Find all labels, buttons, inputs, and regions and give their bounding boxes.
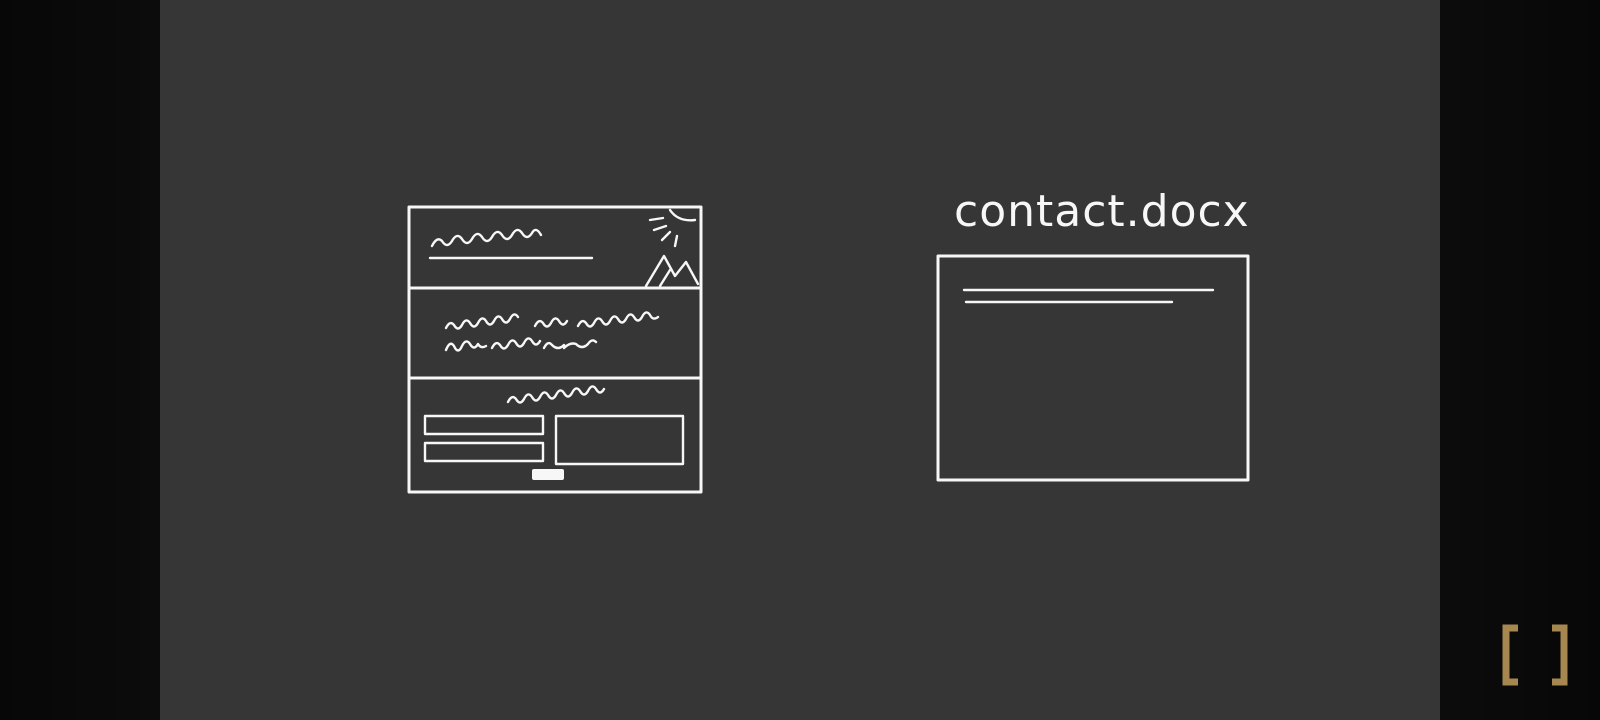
form-message-box-sketch [554, 414, 685, 466]
video-player: contact.docx [0, 0, 1600, 720]
document-filename: contact.docx [954, 186, 1250, 237]
website-wireframe-sketch [407, 205, 703, 494]
whiteboard-sketch: contact.docx [407, 186, 1250, 494]
content-scribble-line-2 [444, 337, 598, 352]
fullscreen-button[interactable] [1502, 624, 1568, 686]
header-section-sketch [409, 208, 703, 290]
mountains-icon [644, 254, 700, 288]
form-input-sketch-2 [423, 441, 545, 463]
fullscreen-bracket-icon [1502, 624, 1568, 686]
video-frame: contact.docx [160, 0, 1440, 720]
form-submit-button-sketch [532, 469, 564, 480]
sun-icon [648, 208, 697, 248]
content-scribble-line-1 [444, 311, 660, 330]
form-heading-scribble [506, 385, 606, 404]
header-scribble-text [430, 228, 543, 248]
document-sketch: contact.docx [936, 186, 1250, 482]
contact-form-sketch [423, 385, 685, 480]
content-section-sketch [409, 311, 703, 380]
form-input-sketch-1 [423, 414, 545, 436]
